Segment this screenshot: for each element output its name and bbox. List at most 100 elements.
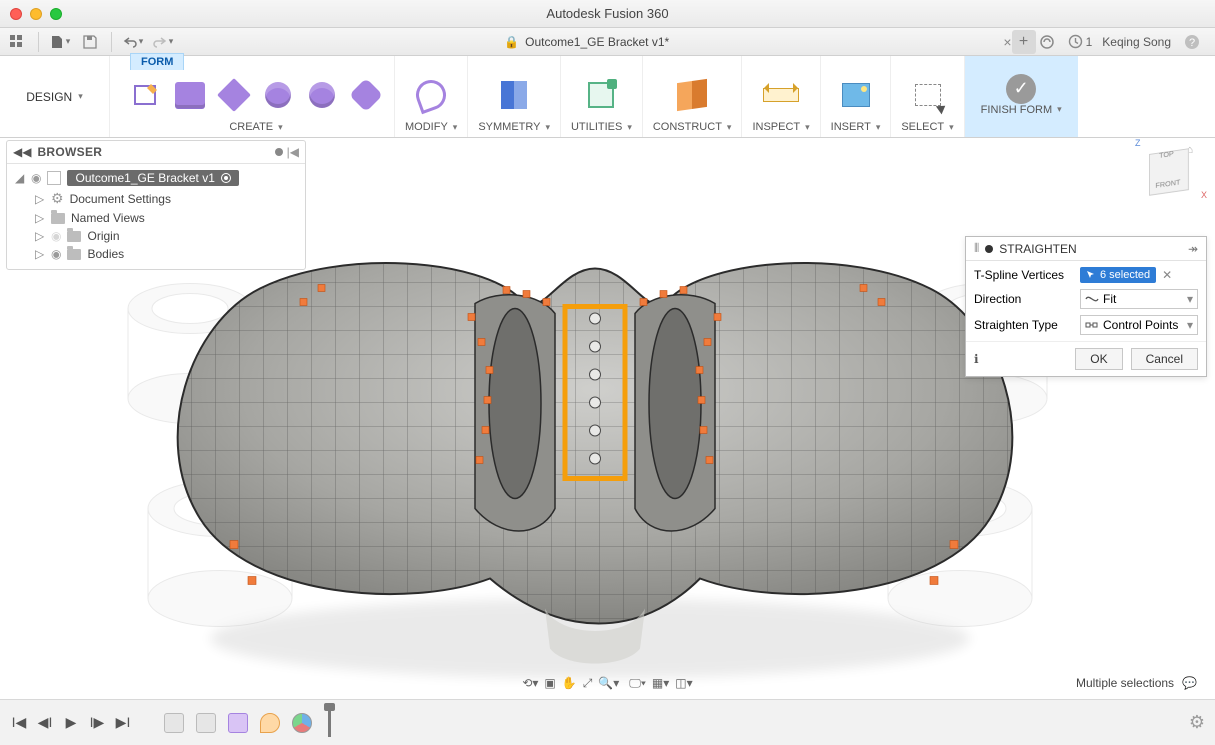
activate-radio[interactable] [221, 173, 231, 183]
user-menu[interactable]: Keqing Song [1102, 35, 1171, 49]
comments-icon[interactable]: 💬 [1182, 676, 1197, 690]
chevron-down-icon: ▾ [1187, 318, 1193, 332]
browser-collapse-icon[interactable]: ◀◀ [13, 145, 31, 159]
finish-form-button[interactable]: ✓ FINISH FORM [965, 56, 1078, 137]
fit-icon [1085, 293, 1099, 305]
tree-collapse-root[interactable]: ◢ [15, 171, 25, 185]
folder-icon [67, 249, 81, 260]
view-cube[interactable]: ⌂ Z TOP FRONT X [1141, 144, 1197, 200]
tab-close-button[interactable]: × [1003, 34, 1011, 50]
straighten-dialog: ⦀ STRAIGHTEN ↠ T-Spline Vertices 6 selec… [965, 236, 1207, 377]
workspace-switcher[interactable]: DESIGN [0, 56, 110, 137]
tree-expand[interactable]: ▷ [35, 192, 45, 206]
visibility-toggle[interactable]: ◉ [31, 171, 41, 185]
grid-settings[interactable]: ▦▾ [652, 676, 669, 690]
visibility-toggle[interactable]: ◉ [51, 247, 61, 261]
extensions-button[interactable] [1036, 31, 1058, 53]
document-tab-title: Outcome1_GE Bracket v1* [525, 35, 669, 49]
selection-chip[interactable]: 6 selected [1080, 267, 1156, 283]
tree-expand[interactable]: ▷ [35, 211, 45, 225]
type-dropdown[interactable]: Control Points ▾ [1080, 315, 1198, 335]
check-icon: ✓ [1006, 74, 1036, 104]
construct-tool[interactable] [674, 77, 710, 113]
symmetry-tool[interactable] [496, 77, 532, 113]
tree-named-views[interactable]: Named Views [71, 211, 145, 225]
create-plane-tool[interactable] [216, 77, 252, 113]
folder-icon [51, 213, 65, 224]
utilities-tool[interactable] [583, 77, 619, 113]
modify-tool[interactable] [413, 77, 449, 113]
timeline-play[interactable]: ▶ [62, 714, 80, 731]
timeline-feature-2[interactable] [196, 713, 216, 733]
create-cylinder-tool[interactable] [260, 77, 296, 113]
context-tab-form[interactable]: FORM [130, 53, 184, 70]
create-box-tool[interactable] [172, 77, 208, 113]
tree-origin[interactable]: Origin [87, 229, 119, 243]
root-component-label: Outcome1_GE Bracket v1 [75, 171, 214, 185]
new-tab-button[interactable]: + [1012, 30, 1036, 54]
panel-symmetry[interactable]: SYMMETRY [478, 121, 550, 137]
zoom-tool[interactable]: ⤢ [583, 676, 593, 691]
status-text: Multiple selections [1076, 676, 1174, 690]
dialog-pin-icon[interactable]: ↠ [1188, 242, 1198, 256]
job-status-button[interactable]: 1 [1068, 34, 1093, 49]
visibility-toggle[interactable]: ◉ [51, 229, 61, 243]
save-button[interactable] [79, 31, 101, 53]
timeline-marker[interactable] [328, 709, 331, 737]
tree-doc-settings[interactable]: Document Settings [70, 192, 171, 206]
pan-tool[interactable]: ✋ [562, 676, 577, 690]
insert-tool[interactable] [838, 77, 874, 113]
app-title: Autodesk Fusion 360 [0, 6, 1215, 21]
direction-dropdown[interactable]: Fit ▾ [1080, 289, 1198, 309]
ok-button[interactable]: OK [1075, 348, 1122, 370]
create-sketch-tool[interactable] [128, 77, 164, 113]
label-direction: Direction [974, 292, 1074, 306]
document-tab[interactable]: 🔒 Outcome1_GE Bracket v1* [494, 32, 679, 52]
panel-utilities[interactable]: UTILITIES [571, 121, 632, 137]
root-component[interactable]: Outcome1_GE Bracket v1 [67, 170, 238, 186]
lookat-tool[interactable]: ▣ [544, 676, 555, 690]
tree-expand[interactable]: ▷ [35, 229, 45, 243]
select-tool[interactable] [910, 77, 946, 113]
timeline-feature-4[interactable] [260, 713, 280, 733]
create-sphere-tool[interactable] [304, 77, 340, 113]
viewcube-front[interactable]: FRONT [1155, 178, 1180, 190]
panel-construct[interactable]: CONSTRUCT [653, 121, 732, 137]
orbit-tool[interactable]: ⟲▾ [522, 676, 538, 690]
inspect-tool[interactable] [763, 77, 799, 113]
viewcube-top[interactable]: TOP [1159, 149, 1174, 160]
help-button[interactable]: ? [1181, 31, 1203, 53]
axis-x-label: X [1201, 190, 1207, 200]
browser-title: BROWSER [37, 145, 102, 159]
direction-value: Fit [1103, 292, 1116, 306]
timeline-settings[interactable]: ⚙ [1189, 712, 1205, 733]
timeline-feature-5[interactable] [292, 713, 312, 733]
panel-insert[interactable]: INSERT [831, 121, 881, 137]
clear-selection[interactable]: ✕ [1162, 268, 1172, 282]
timeline-next[interactable]: I▶ [88, 714, 106, 731]
undo-button[interactable] [122, 31, 144, 53]
viewport-layout[interactable]: ◫▾ [675, 676, 692, 690]
zoom-window-tool[interactable]: 🔍▾ [598, 676, 619, 690]
dialog-drag-handle[interactable]: ⦀ [974, 241, 979, 256]
panel-modify[interactable]: MODIFY [405, 121, 457, 137]
timeline-feature-1[interactable] [164, 713, 184, 733]
panel-create[interactable]: CREATE [229, 121, 282, 137]
cancel-button[interactable]: Cancel [1131, 348, 1198, 370]
tree-bodies[interactable]: Bodies [87, 247, 124, 261]
file-menu-button[interactable] [49, 31, 71, 53]
timeline-end[interactable]: ▶I [114, 714, 132, 731]
tree-expand[interactable]: ▷ [35, 247, 45, 261]
panel-inspect[interactable]: INSPECT [752, 121, 809, 137]
info-icon[interactable]: ℹ [974, 352, 979, 366]
panel-select[interactable]: SELECT [901, 121, 953, 137]
redo-button[interactable] [152, 31, 174, 53]
display-settings[interactable]: 🖵▾ [629, 676, 646, 691]
cursor-icon [1086, 270, 1096, 280]
data-panel-button[interactable] [6, 31, 28, 53]
timeline-prev[interactable]: ◀I [36, 714, 54, 731]
timeline-feature-3[interactable] [228, 713, 248, 733]
clock-icon [1068, 34, 1083, 49]
create-quadball-tool[interactable] [348, 77, 384, 113]
timeline-start[interactable]: I◀ [10, 714, 28, 731]
